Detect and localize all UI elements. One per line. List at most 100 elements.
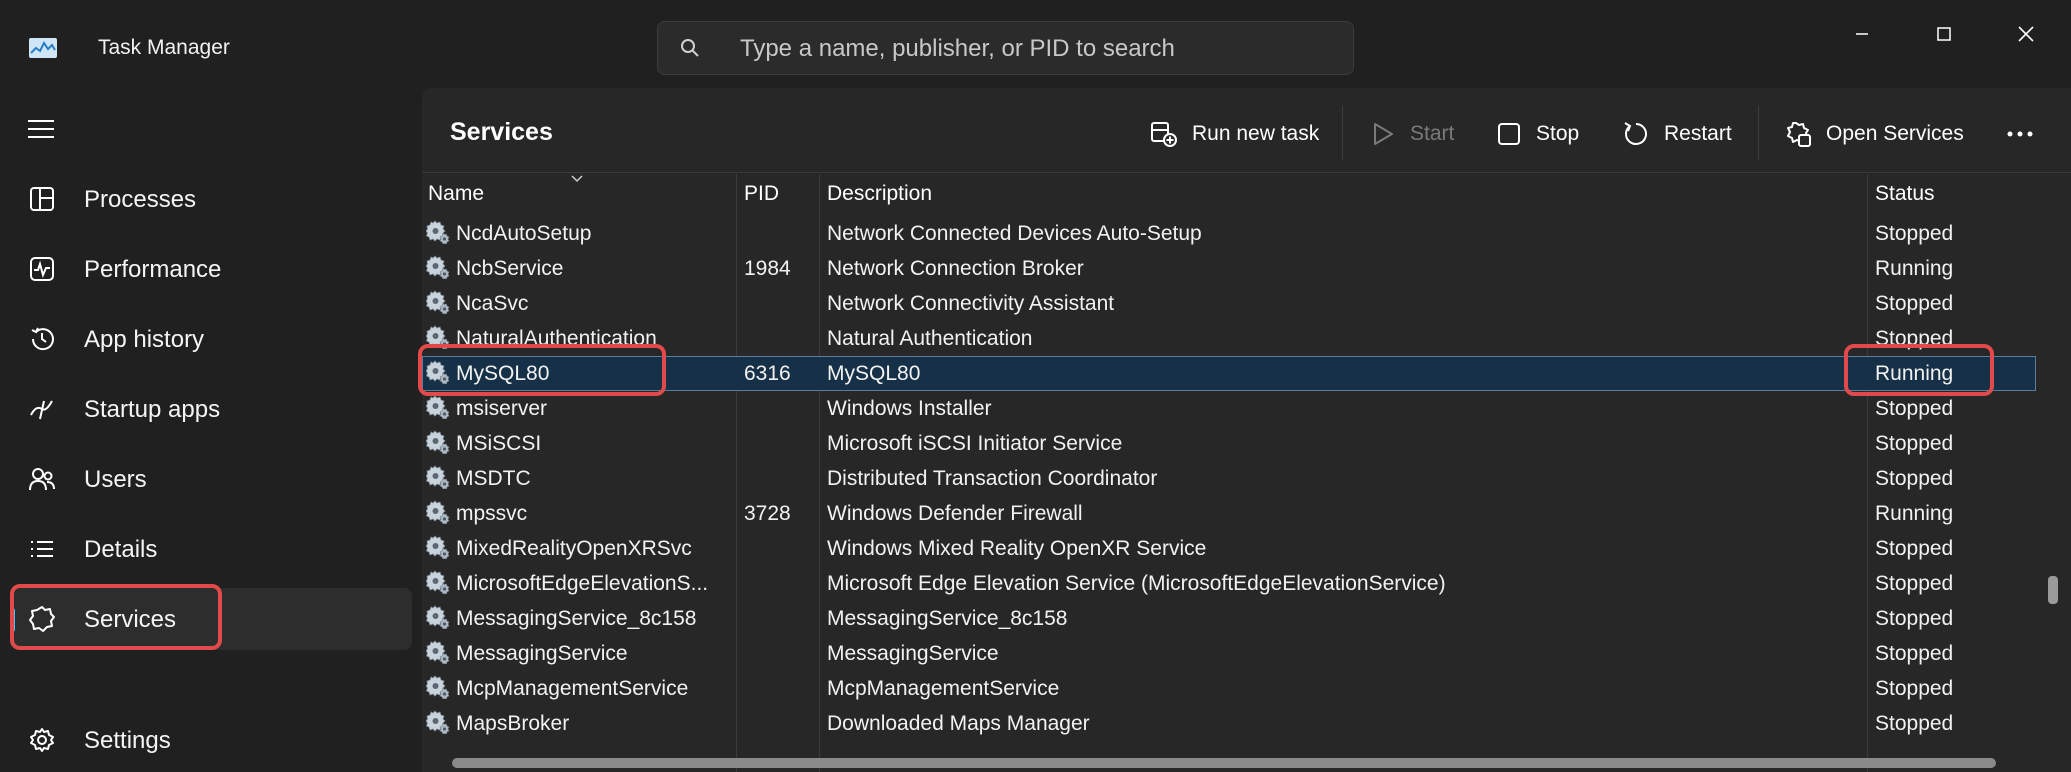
title-bar: Task Manager — [0, 0, 2071, 100]
sidebar-item-users[interactable]: Users — [10, 448, 412, 510]
maximize-button[interactable] — [1914, 16, 1974, 52]
service-status: Running — [1875, 257, 1954, 280]
details-icon — [31, 541, 53, 557]
table-row[interactable]: NaturalAuthentication Natural Authentica… — [422, 321, 2036, 356]
service-gear-icon — [426, 710, 450, 734]
toolbar-divider — [1342, 106, 1343, 160]
service-name: MapsBroker — [456, 712, 570, 735]
column-header-name[interactable]: Name — [428, 182, 484, 206]
service-description: Network Connectivity Assistant — [827, 292, 1115, 315]
service-status: Stopped — [1875, 432, 1954, 455]
close-icon — [2018, 26, 2034, 42]
sidebar-item-label: Startup apps — [84, 396, 221, 423]
service-name: McpManagementService — [456, 677, 689, 700]
column-header-description[interactable]: Description — [827, 182, 932, 206]
minimize-icon — [1856, 33, 1868, 35]
startup-icon — [30, 400, 53, 420]
table-row[interactable]: NcdAutoSetup Network Connected Devices A… — [422, 216, 2036, 251]
table-row[interactable]: MessagingService_8c158 MessagingService_… — [422, 601, 2036, 636]
service-status: Stopped — [1875, 607, 1954, 630]
service-gear-icon — [426, 430, 450, 454]
processes-icon — [30, 187, 54, 211]
app-title: Task Manager — [98, 36, 230, 59]
service-name: MessagingService_8c158 — [456, 607, 697, 630]
table-row[interactable]: MSDTC Distributed Transaction Coordinato… — [422, 461, 2036, 496]
menu-toggle-button[interactable] — [28, 118, 56, 145]
sidebar-item-processes[interactable]: Processes — [10, 168, 412, 230]
service-pid: 1984 — [744, 257, 791, 280]
service-gear-icon — [426, 290, 450, 314]
table-row[interactable]: MSiSCSI Microsoft iSCSI Initiator Servic… — [422, 426, 2036, 461]
run-new-task-label: Run new task — [1192, 122, 1320, 145]
scroll-thumb[interactable] — [2048, 576, 2058, 604]
table-row[interactable]: mpssvc 3728 Windows Defender Firewall Ru… — [422, 496, 2036, 531]
history-icon — [31, 327, 54, 351]
run-task-icon — [1151, 122, 1177, 147]
sidebar-item-details[interactable]: Details — [10, 518, 412, 580]
performance-icon — [30, 257, 54, 281]
horizontal-scrollbar[interactable] — [452, 758, 1996, 768]
close-button[interactable] — [1996, 16, 2056, 52]
service-gear-icon — [426, 675, 450, 699]
table-row[interactable]: McpManagementService McpManagementServic… — [422, 671, 2036, 706]
start-label: Start — [1410, 122, 1455, 145]
sort-descending-icon — [571, 175, 583, 183]
search-input[interactable] — [738, 32, 1322, 66]
table-row[interactable]: NcaSvc Network Connectivity Assistant St… — [422, 286, 2036, 321]
service-status: Stopped — [1875, 572, 1954, 595]
service-gear-icon — [426, 640, 450, 664]
service-status: Stopped — [1875, 397, 1954, 420]
more-options-button[interactable] — [2006, 112, 2034, 156]
service-description: Microsoft iSCSI Initiator Service — [827, 432, 1123, 455]
minimize-button[interactable] — [1832, 16, 1892, 52]
service-description: Network Connection Broker — [827, 257, 1084, 280]
table-header: Name PID Description Status — [422, 174, 2042, 212]
open-services-label: Open Services — [1826, 122, 1964, 145]
table-row-selected[interactable]: MySQL80 6316 MySQL80 Running — [422, 356, 2036, 391]
service-description: Windows Defender Firewall — [827, 502, 1083, 525]
sidebar-item-settings[interactable]: Settings — [10, 709, 412, 771]
service-name: NcaSvc — [456, 292, 529, 315]
service-description: MessagingService — [827, 642, 999, 665]
services-panel: Services Run new task Start Stop Restart — [418, 88, 2071, 772]
sidebar-item-services[interactable]: Services — [10, 588, 412, 650]
sidebar-item-label: Processes — [84, 186, 197, 213]
users-icon — [29, 468, 55, 491]
service-description: McpManagementService — [827, 677, 1060, 700]
hamburger-icon — [28, 120, 54, 138]
table-row[interactable]: MicrosoftEdgeElevationS... Microsoft Edg… — [422, 566, 2036, 601]
gear-icon — [30, 728, 54, 752]
stop-button[interactable]: Stop — [1496, 112, 1579, 156]
service-name: NcdAutoSetup — [456, 222, 592, 245]
search-box[interactable] — [657, 21, 1354, 75]
sidebar-item-app-history[interactable]: App history — [10, 308, 412, 370]
service-gear-icon — [426, 535, 450, 559]
table-row[interactable]: MixedRealityOpenXRSvc Windows Mixed Real… — [422, 531, 2036, 566]
run-new-task-button[interactable]: Run new task — [1150, 112, 1319, 156]
vertical-scrollbar[interactable] — [2044, 216, 2060, 772]
service-status: Stopped — [1875, 327, 1954, 350]
service-gear-icon — [426, 605, 450, 629]
service-gear-icon — [426, 360, 450, 384]
column-header-status[interactable]: Status — [1875, 182, 1935, 206]
service-description: Downloaded Maps Manager — [827, 712, 1090, 735]
stop-icon — [1498, 123, 1520, 145]
service-pid: 3728 — [744, 502, 791, 525]
column-header-pid[interactable]: PID — [744, 182, 779, 206]
restart-button[interactable]: Restart — [1622, 112, 1732, 156]
table-row[interactable]: MessagingService MessagingService Stoppe… — [422, 636, 2036, 671]
service-status: Stopped — [1875, 467, 1954, 490]
table-row[interactable]: NcbService 1984 Network Connection Broke… — [422, 251, 2036, 286]
table-row[interactable]: msiserver Windows Installer Stopped — [422, 391, 2036, 426]
service-name: MessagingService — [456, 642, 628, 665]
sidebar-item-startup-apps[interactable]: Startup apps — [10, 378, 412, 440]
service-status: Stopped — [1875, 292, 1954, 315]
service-description: Natural Authentication — [827, 327, 1033, 350]
start-button[interactable]: Start — [1370, 112, 1454, 156]
sidebar-item-label: Services — [84, 606, 177, 633]
open-services-button[interactable]: Open Services — [1784, 112, 1964, 156]
table-row[interactable]: MapsBroker Downloaded Maps Manager Stopp… — [422, 706, 2036, 741]
services-icon — [29, 606, 55, 632]
sidebar-item-performance[interactable]: Performance — [10, 238, 412, 300]
open-services-icon — [1787, 122, 1811, 147]
